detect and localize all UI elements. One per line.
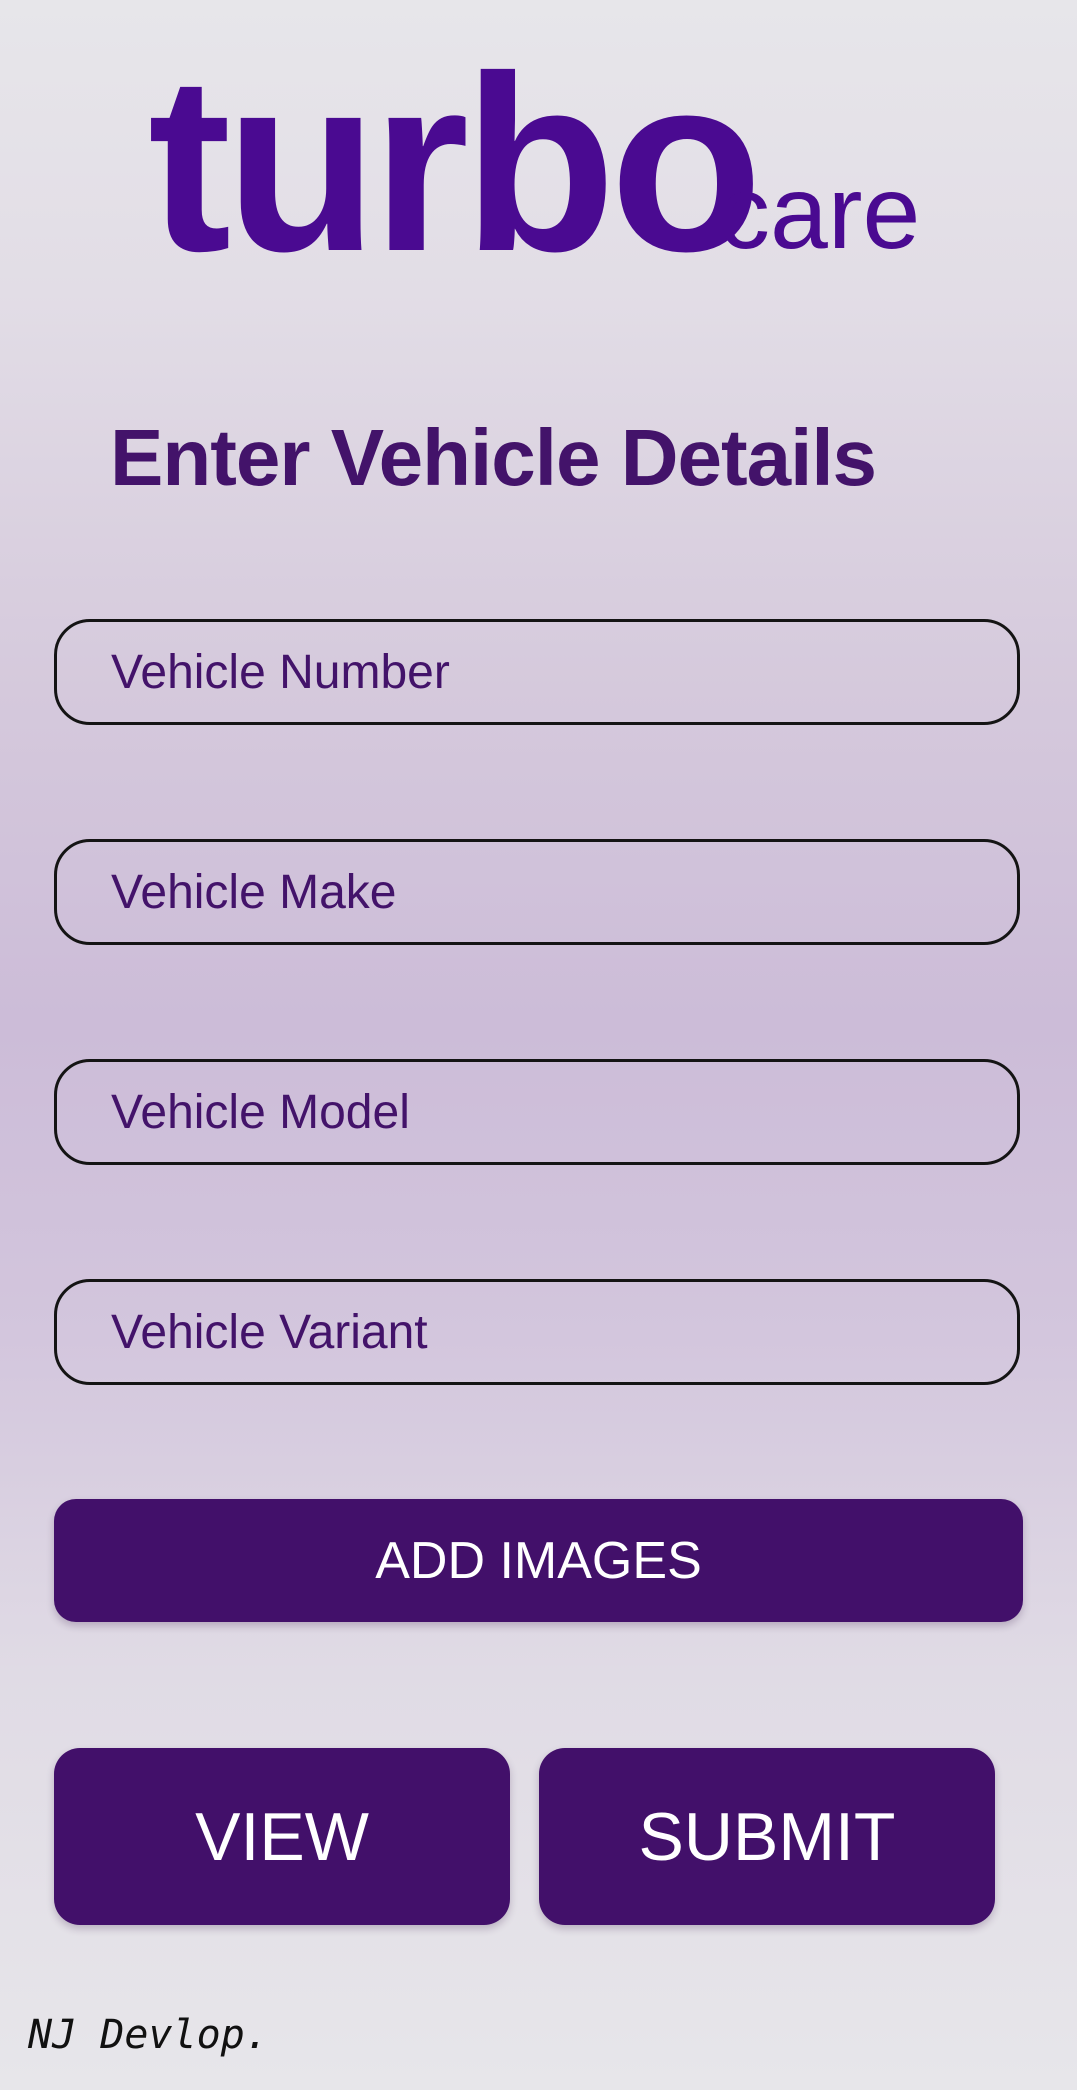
logo-care-text: care xyxy=(718,155,920,265)
submit-button[interactable]: SUBMIT xyxy=(539,1748,995,1925)
vehicle-model-input[interactable] xyxy=(54,1059,1020,1165)
vehicle-number-input[interactable] xyxy=(54,619,1020,725)
developer-credit: NJ Devlop. xyxy=(28,2012,269,2058)
turbo-care-logo: turbo care xyxy=(148,55,920,265)
view-button[interactable]: VIEW xyxy=(54,1748,510,1925)
page-title: Enter Vehicle Details xyxy=(110,413,877,502)
add-images-label: ADD IMAGES xyxy=(375,1531,702,1590)
logo-turbo-text: turbo xyxy=(148,55,757,265)
view-label: VIEW xyxy=(195,1798,369,1875)
vehicle-make-input[interactable] xyxy=(54,839,1020,945)
submit-label: SUBMIT xyxy=(638,1798,896,1875)
add-images-button[interactable]: ADD IMAGES xyxy=(54,1499,1023,1622)
vehicle-variant-input[interactable] xyxy=(54,1279,1020,1385)
